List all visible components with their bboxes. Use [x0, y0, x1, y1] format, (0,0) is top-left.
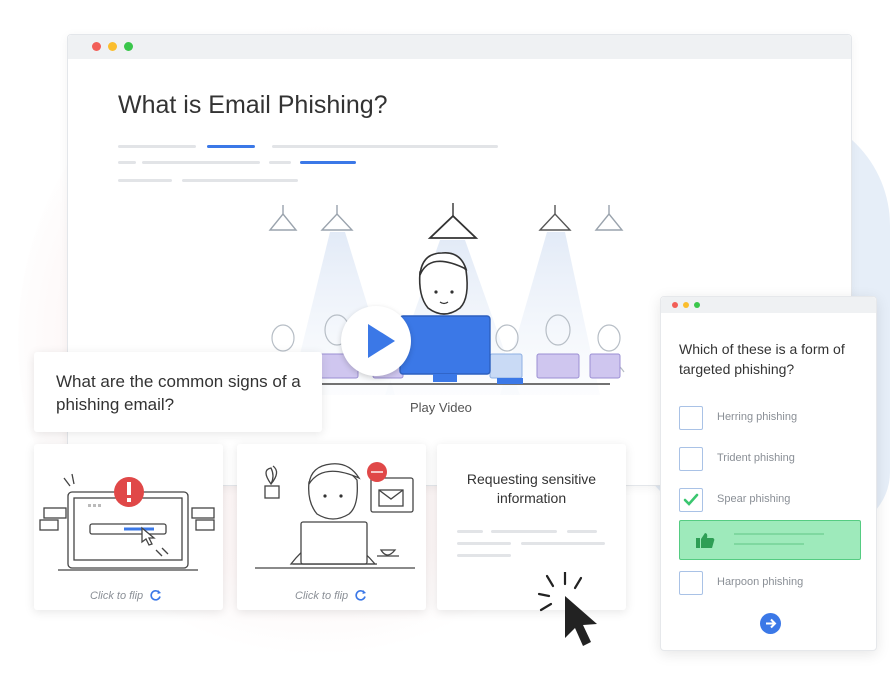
arrow-right-icon: [766, 618, 777, 629]
quiz-option-herring[interactable]: Herring phishing: [679, 406, 859, 432]
option-label: Spear phishing: [717, 493, 791, 505]
play-video-button[interactable]: [341, 306, 411, 376]
refresh-icon: [150, 590, 161, 601]
option-label: Trident phishing: [717, 452, 795, 464]
play-video-label: Play Video: [410, 400, 472, 415]
checkbox[interactable]: [679, 447, 703, 471]
refresh-icon: [355, 590, 366, 601]
click-to-flip-label: Click to flip: [90, 590, 144, 602]
alert-laptop-icon: [39, 473, 215, 571]
checkmark-icon: [683, 493, 699, 506]
question-text: What are the common signs of a phishing …: [56, 372, 301, 414]
click-to-flip-label: Click to flip: [295, 590, 349, 602]
quiz-maximize-dot[interactable]: [694, 302, 700, 308]
ceiling-lamps: [268, 203, 624, 239]
person-email-icon: [255, 462, 415, 569]
keyboard: [497, 378, 523, 384]
flip-card-answer-text: Requesting sensitive information: [466, 471, 597, 506]
quiz-option-trident[interactable]: Trident phishing: [679, 447, 859, 473]
quiz-minimize-dot[interactable]: [683, 302, 689, 308]
quiz-option-harpoon[interactable]: Harpoon phishing: [679, 571, 859, 597]
option-label: Harpoon phishing: [717, 576, 804, 588]
quiz-close-dot[interactable]: [672, 302, 678, 308]
checkbox[interactable]: [679, 406, 703, 430]
mouse-pointer-icon: [537, 572, 597, 646]
flip-card-1[interactable]: Click to flip: [34, 444, 223, 610]
checkbox-checked[interactable]: [679, 488, 703, 512]
quiz-window: Which of these is a form of targeted phi…: [660, 296, 877, 651]
quiz-question: Which of these is a form of targeted phi…: [679, 341, 845, 377]
question-card: What are the common signs of a phishing …: [34, 352, 322, 432]
checkbox[interactable]: [679, 571, 703, 595]
flip-card-2[interactable]: Click to flip: [237, 444, 426, 610]
option-label: Herring phishing: [717, 411, 798, 423]
thumbs-up-icon: [696, 533, 715, 548]
play-icon: [368, 324, 395, 358]
next-button[interactable]: [760, 613, 781, 634]
correct-answer-feedback: [679, 520, 861, 560]
presenter-monitor: [399, 315, 491, 375]
monitor-stand: [433, 374, 457, 382]
quiz-option-spear[interactable]: Spear phishing: [679, 488, 859, 514]
